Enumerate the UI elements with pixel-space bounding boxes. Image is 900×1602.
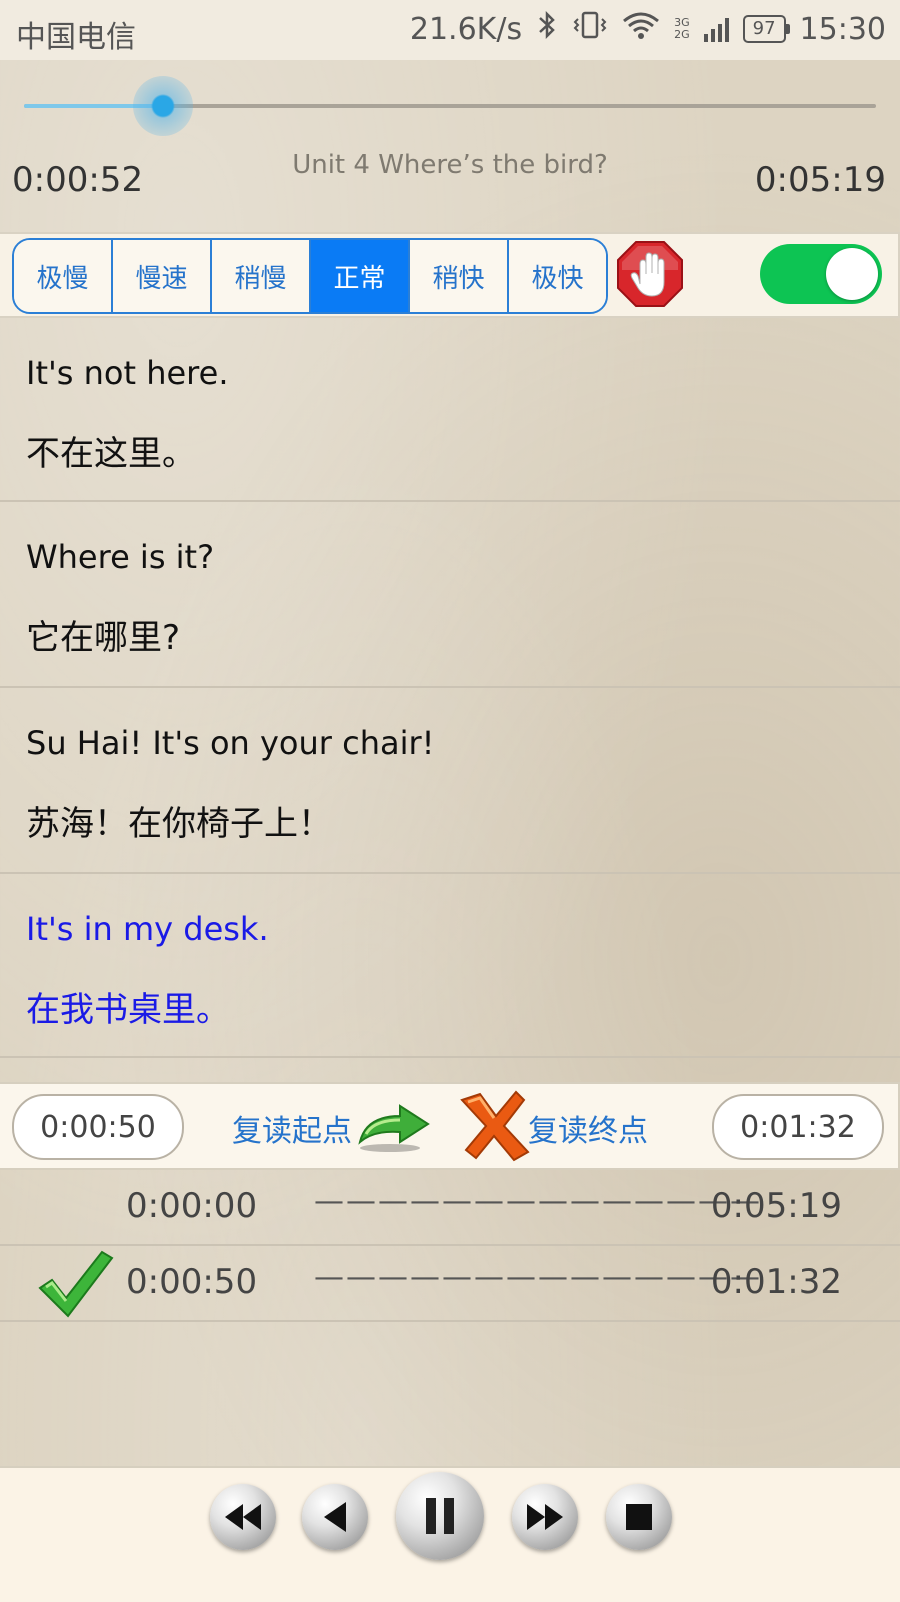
speed-normal-button[interactable]: 正常	[311, 240, 410, 312]
status-icons: 21.6K/s 3G 2G 97 15:30	[410, 10, 886, 48]
repeat-range-row-selected[interactable]: 0:00:50 —————————————— 0:01:32	[0, 1244, 900, 1322]
speed-very-fast-button[interactable]: 极快	[509, 240, 606, 312]
repeat-end-button[interactable]: 复读终点	[528, 1106, 648, 1150]
range-start: 0:00:50	[126, 1262, 258, 1302]
repeat-end-time[interactable]: 0:01:32	[712, 1094, 884, 1160]
fast-forward-icon	[527, 1504, 563, 1530]
toggle-knob	[826, 248, 878, 300]
sentence-item[interactable]: Su Hai! It's on your chair! 苏海！在你椅子上！	[0, 688, 900, 874]
repeat-start-button[interactable]: 复读起点	[232, 1106, 352, 1150]
sentence-item-current[interactable]: It's in my desk. 在我书桌里。	[0, 874, 900, 1058]
orange-x-icon[interactable]	[458, 1090, 530, 1162]
vibrate-icon	[572, 10, 608, 48]
range-end: 0:01:32	[710, 1262, 842, 1302]
signal-icon	[703, 16, 729, 42]
repeat-start-time[interactable]: 0:00:50	[12, 1094, 184, 1160]
range-start: 0:00:00	[126, 1186, 258, 1226]
playback-controls	[0, 1466, 900, 1602]
repeat-panel: 0:00:50 复读起点 复读终点 0:01:32	[0, 1082, 900, 1170]
seek-thumb[interactable]	[132, 76, 193, 136]
range-end: 0:05:19	[710, 1186, 842, 1226]
clock: 15:30	[799, 11, 886, 47]
sentence-chinese: 在我书桌里。	[26, 990, 230, 1030]
range-separator: ——————————————	[314, 1260, 762, 1295]
carrier-name: 中国电信	[16, 20, 136, 55]
previous-button[interactable]	[302, 1484, 368, 1550]
stop-hand-icon[interactable]	[616, 240, 684, 308]
sentence-item[interactable]: It's not here. 不在这里。	[0, 316, 900, 502]
network-speed: 21.6K/s	[409, 11, 523, 47]
auto-play-toggle[interactable]	[760, 244, 882, 304]
speed-selector: 极慢 慢速 稍慢 正常 稍快 极快	[12, 238, 608, 314]
pause-icon	[426, 1498, 454, 1534]
speed-very-slow-button[interactable]: 极慢	[14, 240, 113, 312]
sentence-english: Su Hai! It's on your chair!	[26, 724, 435, 762]
rewind-icon	[225, 1504, 261, 1530]
speed-panel: 极慢 慢速 稍慢 正常 稍快 极快	[0, 232, 900, 318]
speed-slightly-slow-button[interactable]: 稍慢	[212, 240, 311, 312]
sentence-english: It's not here.	[26, 354, 229, 392]
total-time: 0:05:19	[754, 160, 886, 200]
speed-slightly-fast-button[interactable]: 稍快	[410, 240, 509, 312]
sentence-chinese: 不在这里。	[26, 434, 196, 474]
range-separator: ——————————————	[314, 1184, 762, 1219]
sentence-chinese: 它在哪里?	[26, 618, 181, 658]
sentence-english: Where is it?	[26, 538, 215, 576]
fast-forward-button[interactable]	[512, 1484, 578, 1550]
net-2g-label: 2G	[674, 28, 690, 41]
sentence-chinese: 苏海！在你椅子上！	[26, 804, 332, 844]
sentence-english: It's in my desk.	[26, 910, 269, 948]
pause-button[interactable]	[396, 1472, 484, 1560]
green-arrow-icon[interactable]	[356, 1102, 432, 1154]
checkmark-icon	[38, 1246, 114, 1318]
stop-button[interactable]	[606, 1484, 672, 1550]
wifi-icon	[622, 10, 660, 48]
seek-bar[interactable]	[24, 76, 876, 136]
network-type: 3G 2G	[674, 17, 690, 41]
speed-slow-button[interactable]: 慢速	[113, 240, 212, 312]
repeat-range-row[interactable]: 0:00:00 —————————————— 0:05:19	[0, 1168, 900, 1246]
rewind-button[interactable]	[210, 1484, 276, 1550]
status-bar: 中国电信 21.6K/s 3G 2G 97 15:30	[0, 0, 900, 60]
sentence-item[interactable]: Where is it? 它在哪里?	[0, 502, 900, 688]
battery-icon: 97	[742, 15, 790, 43]
previous-icon	[324, 1502, 346, 1532]
bluetooth-icon	[536, 10, 558, 48]
stop-icon	[626, 1504, 652, 1530]
